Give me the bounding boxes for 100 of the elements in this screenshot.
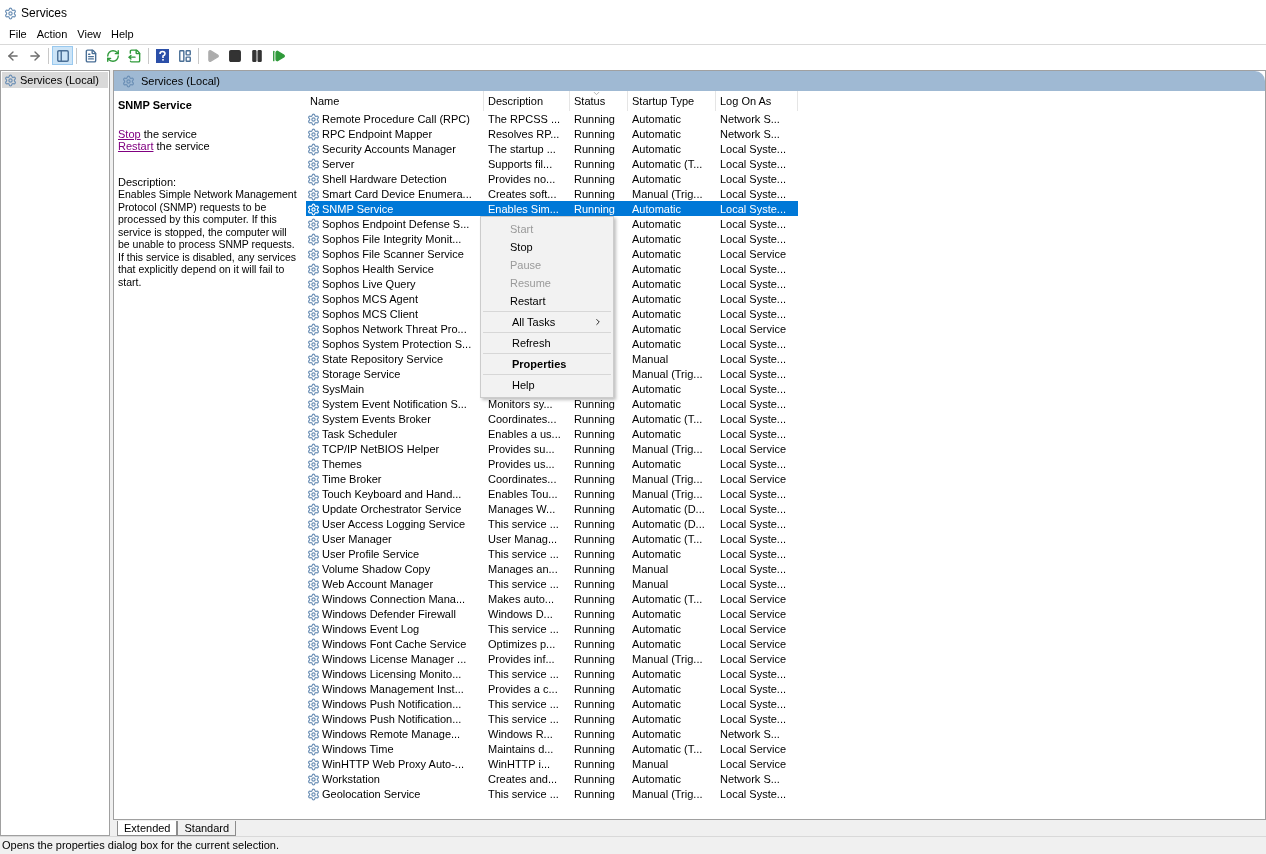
- status-cell: Running: [574, 113, 615, 125]
- service-name-cell-text: Sophos Endpoint Defense S...: [322, 217, 470, 232]
- description-cell: Creates and...: [488, 773, 558, 785]
- context-menu-item[interactable]: Stop: [481, 238, 613, 256]
- startup-type-cell: Automatic (T...: [632, 533, 703, 545]
- log-on-as-cell: Local Syste...: [720, 788, 787, 800]
- context-menu-item[interactable]: Help: [483, 376, 611, 394]
- startup-type-cell: Automatic: [632, 668, 681, 680]
- service-name-cell-text: Update Orchestrator Service: [322, 502, 462, 517]
- service-name-cell-text: Windows License Manager ...: [322, 652, 467, 667]
- service-name: SNMP Service: [118, 98, 193, 113]
- startup-type-cell: Automatic (D...: [632, 503, 705, 515]
- service-name-cell-text: RPC Endpoint Mapper: [322, 127, 433, 142]
- action-link[interactable]: Stop: [118, 127, 141, 140]
- panel-icon: [177, 48, 192, 63]
- status-cell: Running: [574, 563, 615, 575]
- status-cell: Running: [574, 533, 615, 545]
- log-on-as-cell: Local Syste...: [720, 293, 787, 305]
- log-on-as-cell: Local Syste...: [720, 563, 787, 575]
- service-name-cell-text: Volume Shadow Copy: [322, 562, 431, 577]
- description-cell: Maintains d...: [488, 743, 554, 755]
- gear-icon: [307, 262, 320, 276]
- gear-icon: [307, 217, 320, 231]
- log-on-as-cell: Local Syste...: [720, 143, 787, 155]
- log-on-as-cell: Local Syste...: [720, 233, 787, 245]
- menu-item[interactable]: View: [72, 25, 106, 43]
- gear-icon: [307, 157, 320, 171]
- export-icon: [127, 48, 142, 63]
- startup-type-cell: Automatic (T...: [632, 593, 703, 605]
- log-on-as-cell: Local Service: [720, 443, 787, 455]
- gear-icon: [307, 757, 320, 771]
- log-on-as-cell: Local Syste...: [720, 668, 787, 680]
- description-cell: This service ...: [488, 668, 559, 680]
- context-menu-item[interactable]: Properties: [483, 355, 611, 373]
- description-cell: User Manag...: [488, 533, 558, 545]
- menu-item[interactable]: Help: [105, 25, 139, 43]
- description-cell: Provides inf...: [488, 653, 555, 665]
- status-cell: Running: [574, 203, 615, 215]
- column-header[interactable]: Status: [570, 91, 628, 111]
- description-cell: This service ...: [488, 788, 559, 800]
- tree-item[interactable]: Services (Local): [2, 72, 108, 88]
- service-name-cell-text: State Repository Service: [322, 352, 444, 367]
- action-link[interactable]: Restart: [118, 139, 154, 152]
- description-cell: Manages W...: [488, 503, 556, 515]
- log-on-as-cell: Local Syste...: [720, 458, 787, 470]
- startup-type-cell: Automatic (T...: [632, 158, 703, 170]
- service-name-cell-text: System Event Notification S...: [322, 397, 467, 412]
- startup-type-cell: Automatic: [632, 548, 681, 560]
- startup-type-cell: Manual: [632, 578, 669, 590]
- description-label: Description:: [118, 175, 178, 188]
- description-cell: Optimizes p...: [488, 638, 556, 650]
- menu-item[interactable]: Action: [31, 25, 73, 43]
- log-on-as-cell: Local Syste...: [720, 278, 787, 290]
- service-name-cell-text: Windows Event Log: [322, 622, 420, 637]
- service-name-cell-text: Sophos File Integrity Monit...: [322, 232, 462, 247]
- service-name-cell-text: Security Accounts Manager: [322, 142, 456, 157]
- log-on-as-cell: Local Syste...: [720, 263, 787, 275]
- description-cell: Resolves RP...: [488, 128, 560, 140]
- service-name-cell-text: Geolocation Service: [322, 787, 421, 802]
- context-menu-item[interactable]: Restart: [481, 292, 613, 310]
- column-header[interactable]: Description: [484, 91, 570, 111]
- log-on-as-cell: Local Syste...: [720, 518, 787, 530]
- menu-item[interactable]: File: [4, 25, 32, 43]
- selected-row[interactable]: SNMP Service Enables Sim... Running Automatic Local Syste...: [306, 201, 798, 216]
- gear-icon: [307, 562, 320, 576]
- context-menu-item[interactable]: Refresh: [483, 334, 611, 352]
- description-cell: Windows D...: [488, 608, 553, 620]
- log-on-as-cell: Local Service: [720, 323, 787, 335]
- status-cell: Running: [574, 773, 615, 785]
- description-cell: Supports fil...: [488, 158, 553, 170]
- gear-icon: [307, 142, 320, 156]
- description-cell: Coordinates...: [488, 413, 557, 425]
- description-cell: Windows R...: [488, 728, 553, 740]
- gear-icon: [307, 307, 320, 321]
- service-name-cell-text: Windows Push Notification...: [322, 712, 462, 727]
- column-header[interactable]: Log On As: [716, 91, 798, 111]
- gear-icon: [307, 622, 320, 636]
- view-tab[interactable]: Standard: [177, 821, 237, 836]
- log-on-as-cell: Local Syste...: [720, 338, 787, 350]
- log-on-as-cell: Network S...: [720, 728, 780, 740]
- column-header[interactable]: Startup Type: [628, 91, 716, 111]
- status-cell: Running: [574, 128, 615, 140]
- column-header[interactable]: Name: [306, 91, 484, 111]
- startup-type-cell: Automatic: [632, 113, 681, 125]
- gear-icon: [307, 667, 320, 681]
- console-tree-button[interactable]: [52, 46, 73, 65]
- startup-type-cell: Automatic: [632, 308, 681, 320]
- service-name-cell-text: Time Broker: [322, 472, 382, 487]
- context-menu-item[interactable]: All Tasks: [483, 313, 611, 331]
- description-cell: Makes auto...: [488, 593, 555, 605]
- view-tab[interactable]: Extended: [117, 821, 178, 836]
- description-cell: WinHTTP i...: [488, 758, 551, 770]
- service-name-cell-text: SNMP Service: [322, 202, 394, 217]
- description-cell: The startup ...: [488, 143, 556, 155]
- gear-icon: [307, 202, 320, 216]
- log-on-as-cell: Local Service: [720, 623, 787, 635]
- log-on-as-cell: Local Service: [720, 248, 787, 260]
- gear-icon: [307, 652, 320, 666]
- startup-type-cell: Automatic: [632, 143, 681, 155]
- service-name-cell-text: System Events Broker: [322, 412, 431, 427]
